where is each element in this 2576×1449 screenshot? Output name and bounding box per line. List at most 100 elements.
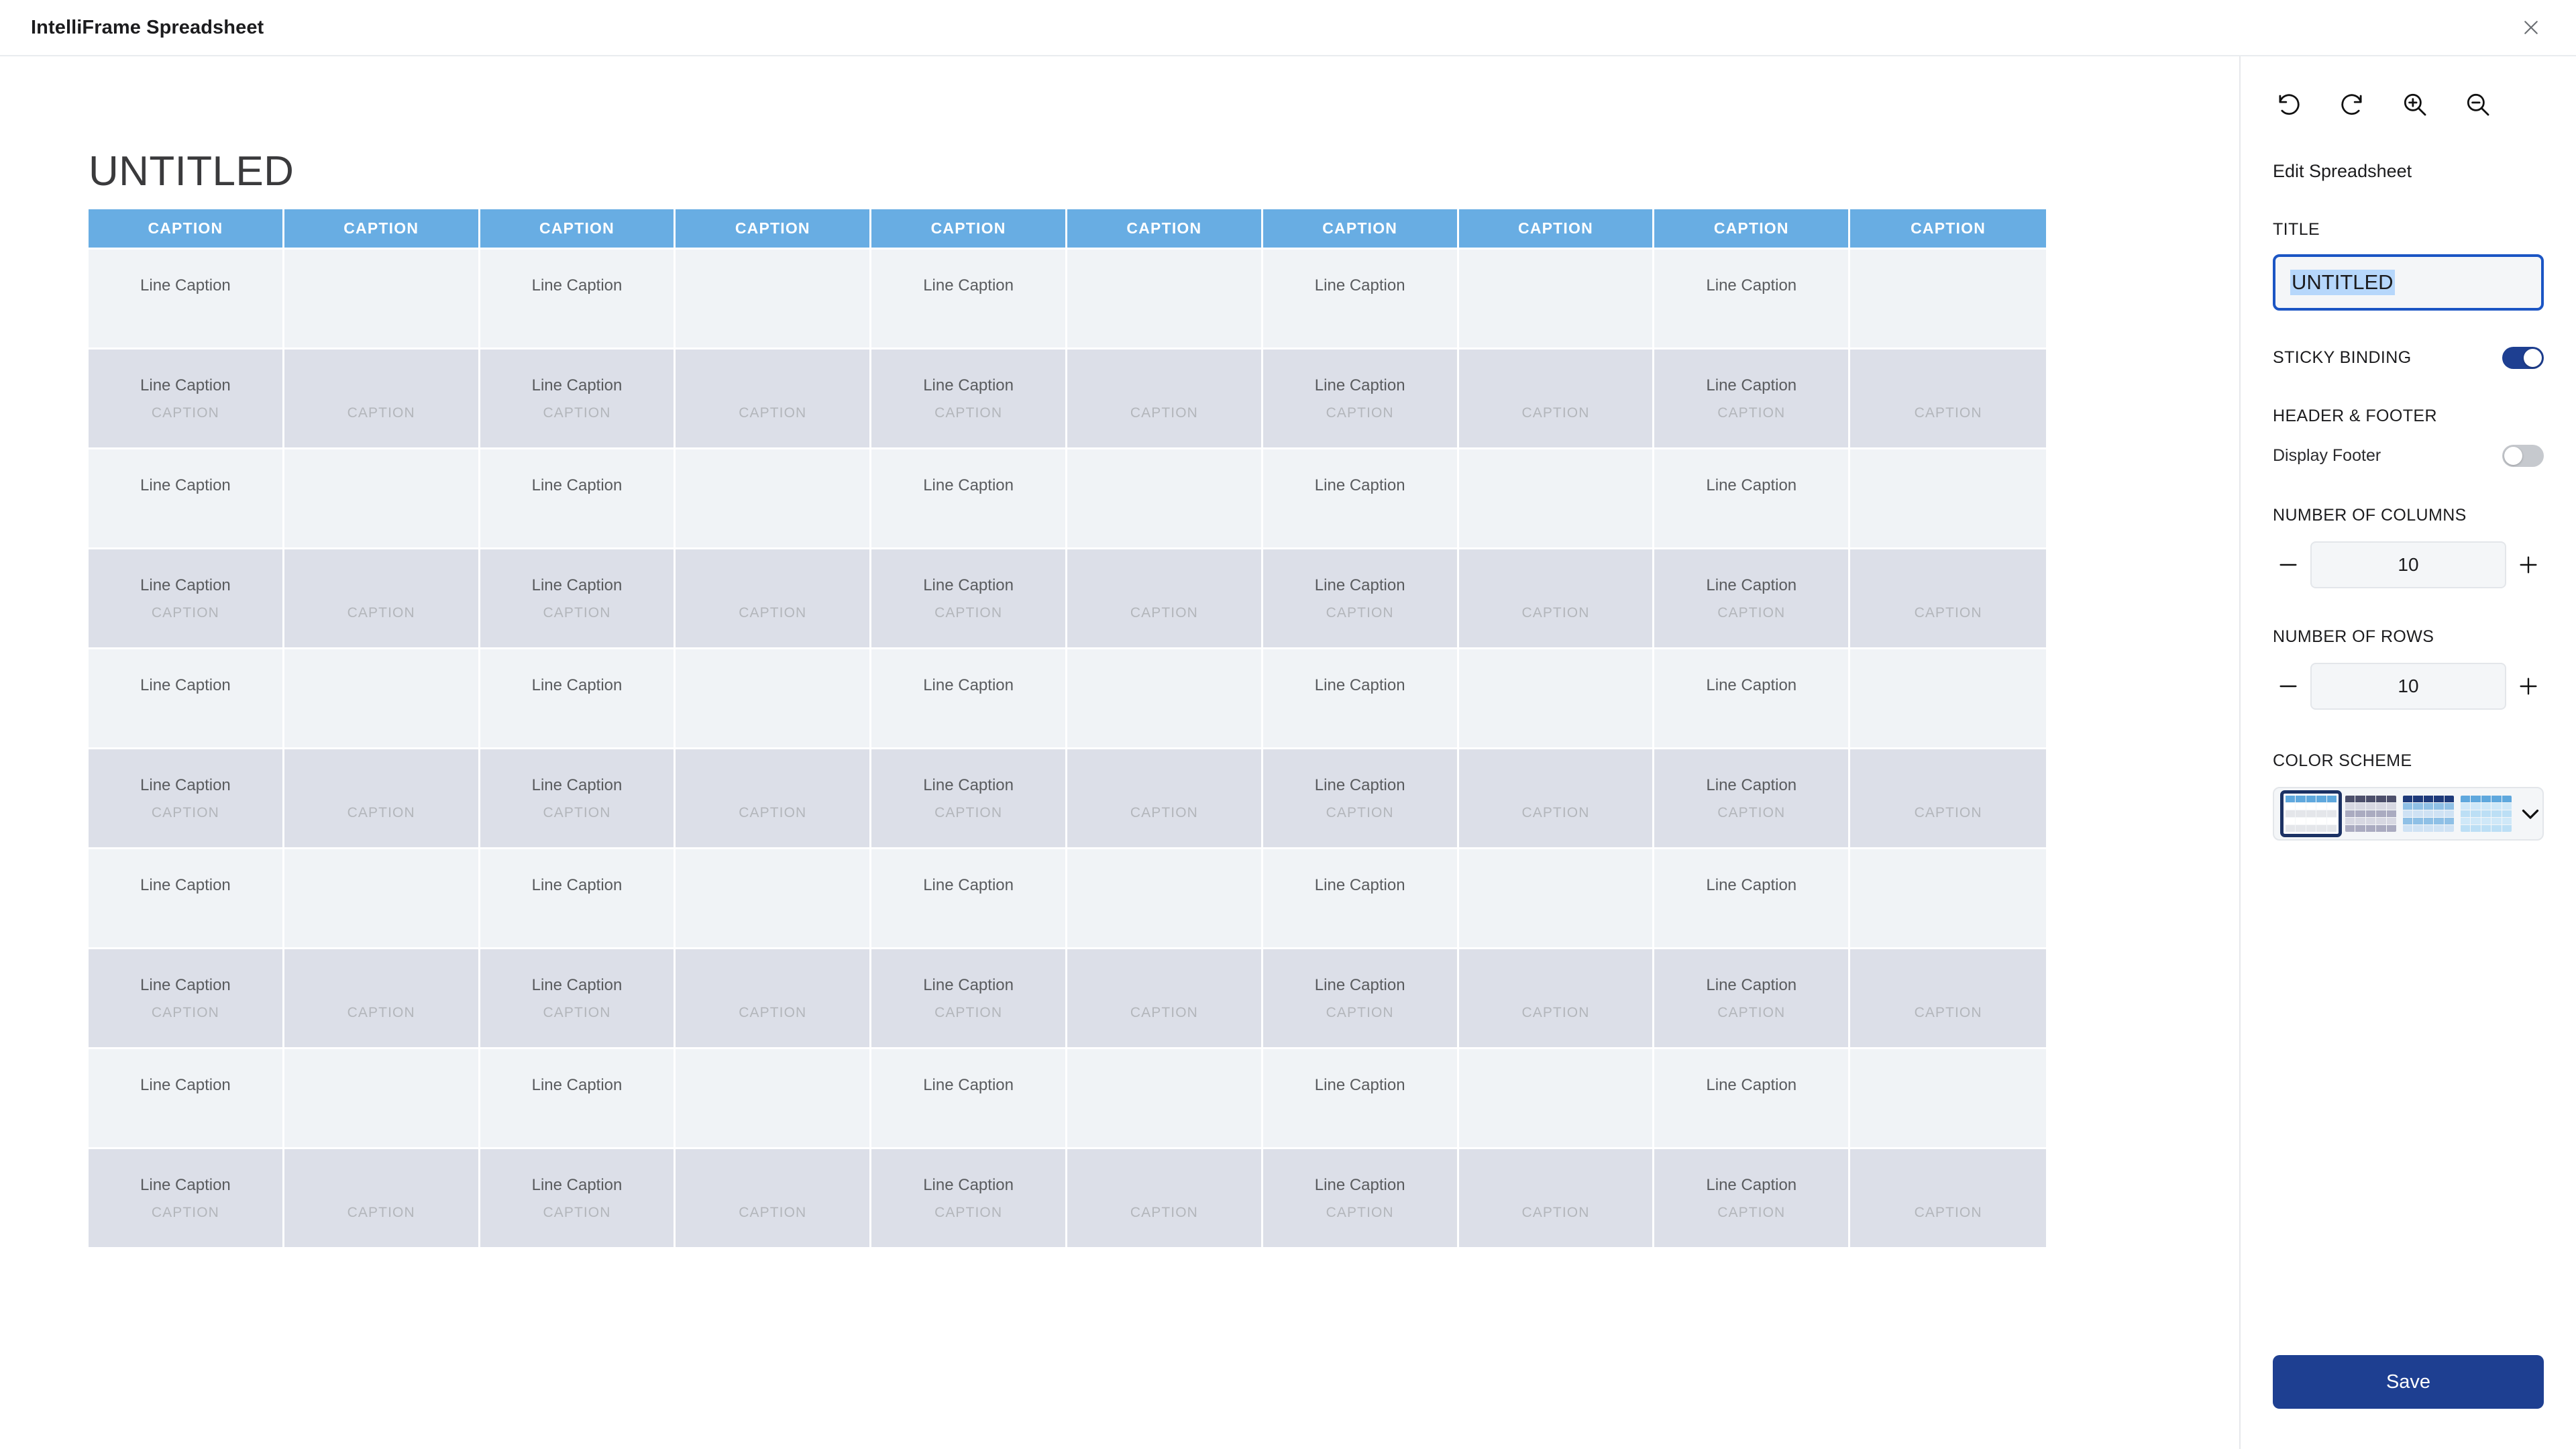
minus-icon[interactable] bbox=[2273, 671, 2304, 702]
table-cell[interactable] bbox=[1850, 649, 2046, 749]
column-header-5[interactable]: CAPTION bbox=[871, 209, 1067, 250]
table-cell[interactable]: Line Caption bbox=[871, 649, 1067, 749]
table-cell[interactable]: Line Caption CAPTION bbox=[480, 549, 676, 649]
table-cell[interactable]: Line Caption bbox=[89, 1049, 284, 1149]
table-cell[interactable]: Line Caption bbox=[871, 250, 1067, 350]
zoom-in-icon[interactable] bbox=[2399, 89, 2431, 121]
table-cell[interactable] bbox=[676, 849, 872, 949]
table-cell[interactable]: Line Caption CAPTION bbox=[1263, 350, 1459, 449]
table-cell[interactable] bbox=[676, 449, 872, 549]
redo-icon[interactable] bbox=[2336, 89, 2368, 121]
table-cell[interactable]: Line Caption CAPTION bbox=[480, 949, 676, 1049]
table-cell[interactable] bbox=[1458, 849, 1655, 949]
table-cell[interactable]: Line Caption CAPTION bbox=[89, 350, 284, 449]
table-cell[interactable]: Line Caption CAPTION bbox=[871, 949, 1067, 1049]
table-cell[interactable]: Line Caption bbox=[480, 649, 676, 749]
table-cell[interactable] bbox=[676, 1049, 872, 1149]
table-cell[interactable] bbox=[1067, 1049, 1263, 1149]
title-input[interactable]: UNTITLED bbox=[2273, 254, 2544, 311]
table-cell[interactable] bbox=[676, 649, 872, 749]
table-cell[interactable] bbox=[1458, 250, 1655, 350]
table-cell[interactable]: Line Caption CAPTION bbox=[1263, 949, 1459, 1049]
table-cell[interactable]: Line Caption CAPTION bbox=[480, 350, 676, 449]
table-cell[interactable]: CAPTION bbox=[284, 1149, 480, 1247]
table-cell[interactable]: Line Caption bbox=[871, 1049, 1067, 1149]
rows-value[interactable]: 10 bbox=[2310, 663, 2506, 710]
zoom-out-icon[interactable] bbox=[2462, 89, 2494, 121]
table-cell[interactable]: CAPTION bbox=[284, 749, 480, 849]
table-row[interactable]: Line Caption Line Caption Line Caption Line… bbox=[89, 250, 2046, 350]
table-cell[interactable]: CAPTION bbox=[1067, 549, 1263, 649]
save-button[interactable]: Save bbox=[2273, 1355, 2544, 1409]
table-cell[interactable]: CAPTION bbox=[284, 350, 480, 449]
table-cell[interactable]: Line Caption CAPTION bbox=[89, 1149, 284, 1247]
table-cell[interactable]: CAPTION bbox=[1850, 1149, 2046, 1247]
table-cell[interactable]: Line Caption bbox=[1654, 250, 1851, 350]
table-cell[interactable]: CAPTION bbox=[676, 350, 872, 449]
table-cell[interactable]: Line Caption bbox=[871, 849, 1067, 949]
table-cell[interactable] bbox=[1850, 250, 2046, 350]
table-cell[interactable]: Line Caption bbox=[480, 849, 676, 949]
table-cell[interactable]: CAPTION bbox=[1850, 949, 2046, 1049]
table-cell[interactable]: Line Caption bbox=[480, 250, 676, 350]
table-cell[interactable]: Line Caption bbox=[1263, 1049, 1459, 1149]
table-cell[interactable]: Line Caption CAPTION bbox=[89, 749, 284, 849]
table-cell[interactable]: Line Caption CAPTION bbox=[871, 1149, 1067, 1247]
table-cell[interactable] bbox=[1850, 449, 2046, 549]
table-cell[interactable] bbox=[1850, 1049, 2046, 1149]
table-row[interactable]: Line Caption Line Caption Line Caption Line… bbox=[89, 649, 2046, 749]
table-cell[interactable]: Line Caption bbox=[1263, 649, 1459, 749]
table-cell[interactable]: CAPTION bbox=[1067, 949, 1263, 1049]
table-cell[interactable]: Line Caption CAPTION bbox=[1654, 749, 1851, 849]
table-cell[interactable] bbox=[1850, 849, 2046, 949]
table-cell[interactable]: CAPTION bbox=[676, 949, 872, 1049]
table-cell[interactable]: Line Caption CAPTION bbox=[871, 549, 1067, 649]
table-cell[interactable]: CAPTION bbox=[1850, 350, 2046, 449]
table-cell[interactable]: Line Caption bbox=[1263, 250, 1459, 350]
table-row[interactable]: Line Caption CAPTION CAPTION Line Caption CA… bbox=[89, 1149, 2046, 1247]
table-row[interactable]: Line Caption CAPTION CAPTION Line Caption CA… bbox=[89, 749, 2046, 849]
close-icon[interactable] bbox=[2512, 8, 2551, 47]
column-header-9[interactable]: CAPTION bbox=[1654, 209, 1851, 250]
color-scheme-swatch-slate-purple[interactable] bbox=[2345, 796, 2396, 832]
table-cell[interactable]: Line Caption bbox=[871, 449, 1067, 549]
table-cell[interactable] bbox=[1067, 250, 1263, 350]
table-cell[interactable]: Line Caption bbox=[89, 449, 284, 549]
table-cell[interactable]: CAPTION bbox=[1067, 1149, 1263, 1247]
table-cell[interactable]: Line Caption CAPTION bbox=[1263, 549, 1459, 649]
table-cell[interactable]: Line Caption bbox=[1654, 449, 1851, 549]
table-cell[interactable]: Line Caption bbox=[1263, 449, 1459, 549]
chevron-down-icon[interactable] bbox=[2518, 800, 2542, 828]
table-cell[interactable]: Line Caption CAPTION bbox=[871, 350, 1067, 449]
column-header-2[interactable]: CAPTION bbox=[284, 209, 480, 250]
column-header-10[interactable]: CAPTION bbox=[1850, 209, 2046, 250]
columns-value[interactable]: 10 bbox=[2310, 541, 2506, 588]
table-cell[interactable] bbox=[1458, 1049, 1655, 1149]
table-row[interactable]: Line Caption Line Caption Line Caption Line… bbox=[89, 449, 2046, 549]
table-cell[interactable]: Line Caption CAPTION bbox=[1654, 1149, 1851, 1247]
table-cell[interactable]: Line Caption CAPTION bbox=[871, 749, 1067, 849]
table-cell[interactable]: CAPTION bbox=[1458, 949, 1655, 1049]
minus-icon[interactable] bbox=[2273, 549, 2304, 580]
table-cell[interactable] bbox=[284, 250, 480, 350]
table-cell[interactable]: CAPTION bbox=[1067, 749, 1263, 849]
table-cell[interactable]: CAPTION bbox=[1067, 350, 1263, 449]
table-cell[interactable] bbox=[284, 849, 480, 949]
table-cell[interactable] bbox=[1067, 849, 1263, 949]
table-body[interactable]: Line Caption Line Caption Line Caption Line… bbox=[89, 250, 2046, 1247]
table-cell[interactable]: Line Caption CAPTION bbox=[89, 549, 284, 649]
table-cell[interactable]: CAPTION bbox=[284, 949, 480, 1049]
color-scheme-swatch-navy-blue[interactable] bbox=[2403, 796, 2454, 832]
column-header-7[interactable]: CAPTION bbox=[1263, 209, 1459, 250]
table-row[interactable]: Line Caption Line Caption Line Caption Line… bbox=[89, 1049, 2046, 1149]
table-cell[interactable]: CAPTION bbox=[1458, 350, 1655, 449]
table-cell[interactable]: Line Caption CAPTION bbox=[480, 749, 676, 849]
table-cell[interactable]: Line Caption bbox=[89, 250, 284, 350]
column-header-8[interactable]: CAPTION bbox=[1458, 209, 1655, 250]
table-row[interactable]: Line Caption CAPTION CAPTION Line Caption CA… bbox=[89, 949, 2046, 1049]
table-cell[interactable]: Line Caption bbox=[89, 649, 284, 749]
table-cell[interactable] bbox=[1458, 649, 1655, 749]
column-header-6[interactable]: CAPTION bbox=[1067, 209, 1263, 250]
table-cell[interactable]: CAPTION bbox=[284, 549, 480, 649]
table-cell[interactable]: CAPTION bbox=[1850, 549, 2046, 649]
